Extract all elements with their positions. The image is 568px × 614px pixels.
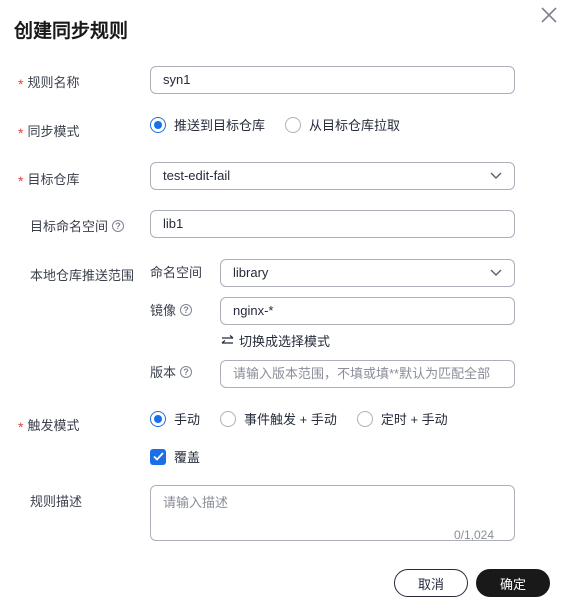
radio-dot	[285, 116, 302, 133]
close-icon[interactable]	[537, 3, 561, 27]
cancel-button[interactable]: 取消	[394, 569, 468, 597]
description-textarea[interactable]: 请输入描述 0/1,024	[150, 485, 515, 541]
target-namespace-label: 目标命名空间?	[30, 216, 125, 235]
radio-dot	[150, 116, 166, 133]
swap-icon	[221, 335, 234, 344]
radio-manual[interactable]: 手动	[150, 409, 200, 428]
radio-dot	[356, 410, 373, 427]
switch-select-mode-link[interactable]: 切换成选择模式	[221, 331, 330, 350]
radio-event-manual[interactable]: 事件触发 + 手动	[220, 409, 337, 428]
required-mark: *	[18, 125, 24, 141]
confirm-button[interactable]: 确定	[476, 569, 550, 597]
trigger-mode-label: * 触发模式	[18, 418, 80, 435]
image-label: 镜像?	[150, 300, 193, 319]
namespace-label: 命名空间	[150, 265, 203, 280]
chevron-down-icon	[490, 172, 502, 179]
help-icon[interactable]: ?	[180, 303, 193, 316]
char-counter: 0/1,024	[453, 528, 494, 541]
sync-mode-label: * 同步模式	[18, 124, 80, 141]
namespace-select[interactable]: library	[220, 259, 515, 287]
local-scope-label: 本地仓库推送范围	[30, 268, 135, 283]
description-label: 规则描述	[30, 494, 83, 509]
radio-pull-from-target[interactable]: 从目标仓库拉取	[285, 115, 400, 134]
rule-name-input[interactable]: syn1	[150, 66, 515, 94]
required-mark: *	[18, 76, 24, 92]
sync-mode-radio-group: 推送到目标仓库 从目标仓库拉取	[150, 115, 420, 134]
image-input[interactable]: nginx-*	[220, 297, 515, 325]
version-label: 版本?	[150, 362, 193, 381]
help-icon[interactable]: ?	[180, 365, 193, 378]
target-repo-label: * 目标仓库	[18, 172, 80, 189]
required-mark: *	[18, 419, 24, 435]
required-mark: *	[18, 173, 24, 189]
radio-scheduled-manual[interactable]: 定时 + 手动	[356, 409, 448, 428]
rule-name-label: * 规则名称	[18, 75, 80, 92]
version-input[interactable]: 请输入版本范围，不填或填**默认为匹配全部	[220, 360, 515, 388]
target-namespace-input[interactable]: lib1	[150, 210, 515, 238]
help-icon[interactable]: ?	[112, 219, 125, 232]
dialog-title: 创建同步规则	[14, 21, 129, 42]
target-repo-select[interactable]: test-edit-fail	[150, 162, 515, 190]
trigger-mode-radio-group: 手动 事件触发 + 手动 定时 + 手动	[150, 409, 468, 428]
radio-push-to-target[interactable]: 推送到目标仓库	[150, 115, 265, 134]
checkbox-checked-icon	[150, 448, 166, 465]
overwrite-checkbox[interactable]: 覆盖	[150, 447, 200, 466]
chevron-down-icon	[490, 269, 502, 276]
radio-dot	[150, 410, 166, 427]
radio-dot	[220, 410, 237, 427]
